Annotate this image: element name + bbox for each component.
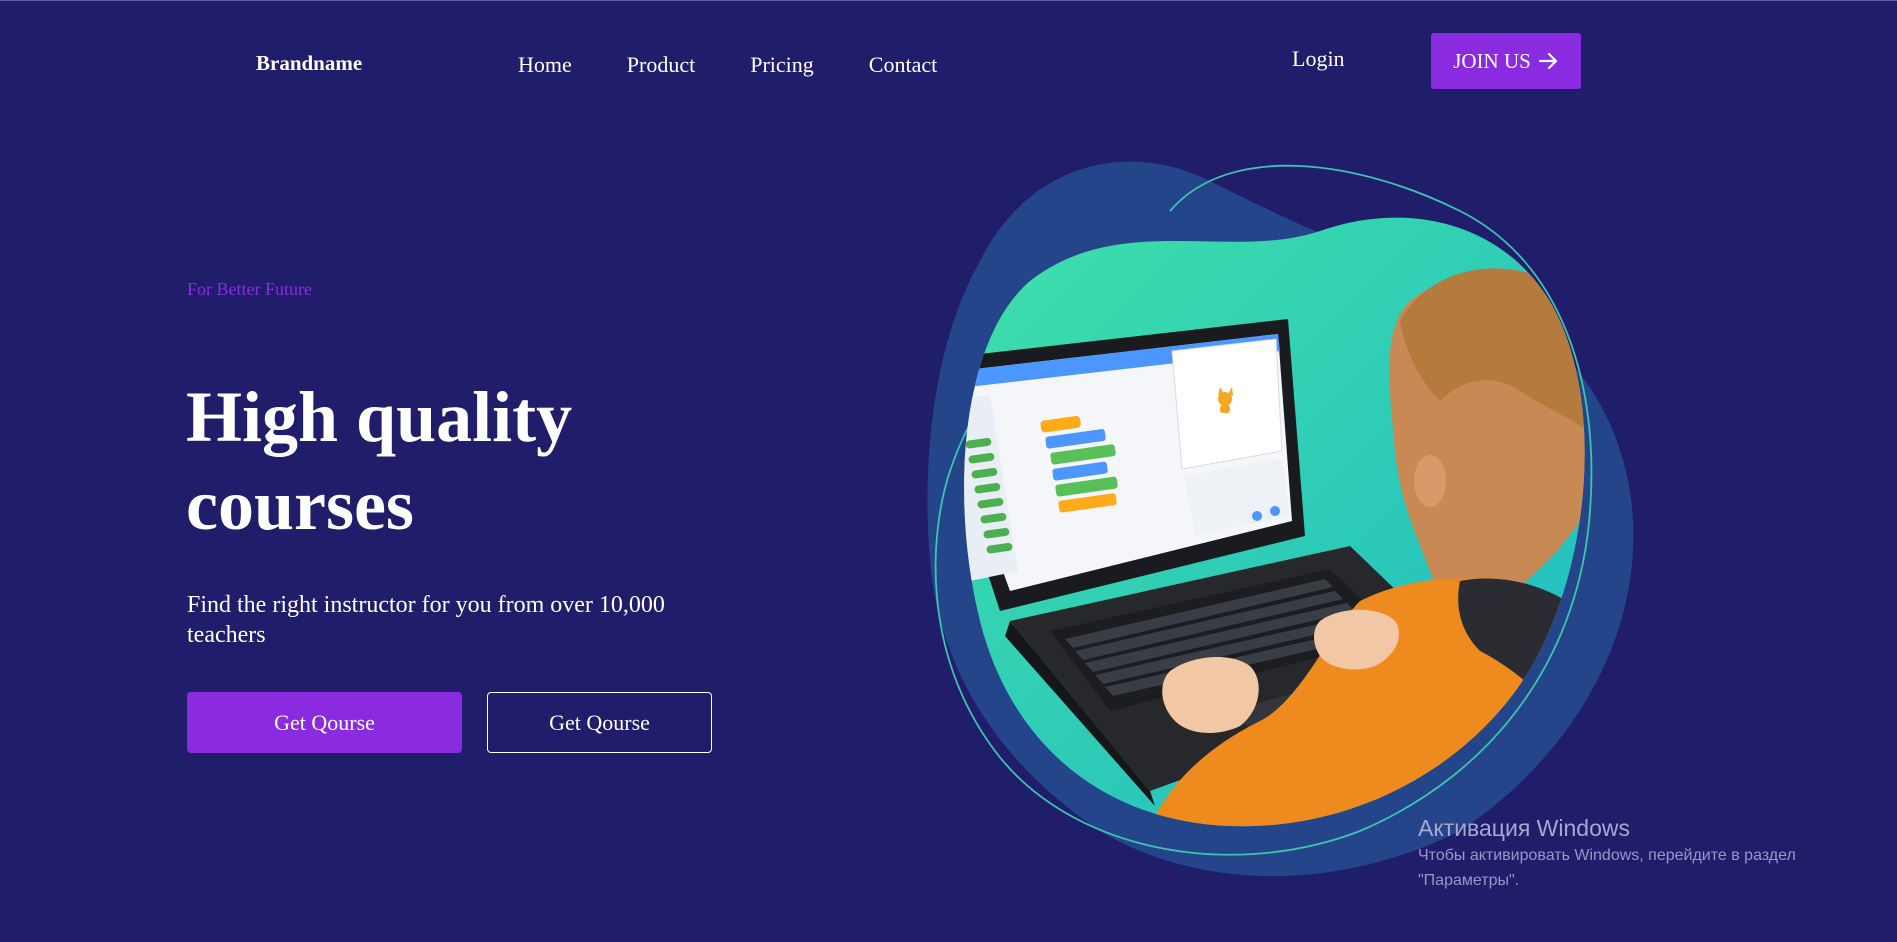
nav-home-link[interactable]: Home [518,52,572,78]
login-link[interactable]: Login [1292,46,1345,72]
hero-headline: High quality courses [186,373,706,549]
nav-pricing-link[interactable]: Pricing [750,52,814,78]
get-course-primary-button[interactable]: Get Qourse [187,692,462,753]
main-nav: Home Product Pricing Contact [518,52,992,78]
hero-illustration [927,161,1634,877]
watermark-title: Активация Windows [1418,815,1630,841]
nav-contact-link[interactable]: Contact [869,52,937,78]
join-us-label: JOIN US [1453,48,1531,73]
boy-hand-left [1162,656,1259,733]
join-us-button[interactable]: JOIN US [1431,33,1581,89]
brand-logo[interactable]: Brandname [256,51,362,76]
hero-subtext: Find the right instructor for you from o… [187,592,665,648]
get-course-outline-button[interactable]: Get Qourse [487,692,712,753]
arrow-right-icon [1538,52,1557,70]
landing-page: Brandname Home Product Pricing Contact L… [0,0,1897,942]
windows-activation-watermark: Активация Windows Чтобы активировать Win… [1418,813,1858,893]
watermark-line1: Чтобы активировать Windows, перейдите в … [1418,847,1796,864]
nav-product-link[interactable]: Product [627,52,695,78]
watermark-line2: "Параметры". [1418,872,1520,889]
hero-headline-line1: High quality [186,377,573,457]
hero-tagline: For Better Future [187,279,312,299]
hero-headline-line2: courses [186,465,414,545]
